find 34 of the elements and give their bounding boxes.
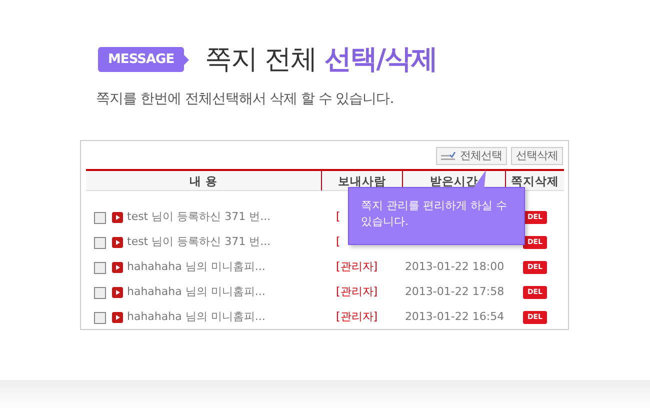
delete-selected-button[interactable]: 선택삭제	[511, 147, 563, 165]
message-badge: MESSAGE	[98, 46, 184, 72]
column-header: 보내사람	[338, 174, 386, 188]
sender-name: [관리자]	[335, 259, 378, 276]
play-icon	[112, 212, 123, 223]
message-subject[interactable]: hahahaha 님의 미니홈피...	[127, 309, 266, 326]
checkbox[interactable]	[94, 236, 106, 248]
received-time: 2013-01-22 18:00	[404, 259, 504, 276]
page-subtitle: 쪽지를 한번에 전체선택해서 삭제 할 수 있습니다.	[96, 90, 395, 109]
tooltip: 쪽지 관리를 편리하게 하실 수 있습니다.	[348, 187, 525, 245]
message-subject[interactable]: test 님이 등록하신 371 번...	[127, 209, 271, 226]
sender-name: [관리자]	[335, 309, 378, 326]
sender-name: [	[335, 234, 340, 250]
page-title: 쪽지 전체 선택/삭제	[205, 46, 438, 73]
message-subject[interactable]: hahahaha 님의 미니홈피...	[127, 259, 266, 276]
select-all-button[interactable]: 전체선택	[436, 147, 507, 165]
play-icon	[112, 287, 123, 298]
sender-name: [관리자]	[335, 284, 378, 300]
checkbox[interactable]	[94, 286, 106, 298]
play-icon	[112, 237, 123, 248]
checkbox[interactable]	[94, 312, 106, 324]
sender-name: [	[335, 209, 340, 226]
column-header: 내 용	[189, 174, 218, 188]
message-subject[interactable]: test 님이 등록하신 371 번...	[127, 234, 271, 251]
message-subject[interactable]: hahahaha 님의 미니홈피...	[127, 284, 266, 301]
checklist-icon	[441, 152, 456, 160]
checkbox[interactable]	[94, 212, 106, 224]
checkbox[interactable]	[94, 262, 106, 274]
column-header: 쪽지삭제	[511, 174, 559, 188]
play-icon	[112, 262, 123, 273]
received-time: 2013-01-22 16:54	[404, 309, 504, 326]
play-icon	[112, 312, 123, 323]
received-time: 2013-01-22 17:58	[404, 284, 504, 300]
column-header: 받은시간	[430, 174, 478, 188]
